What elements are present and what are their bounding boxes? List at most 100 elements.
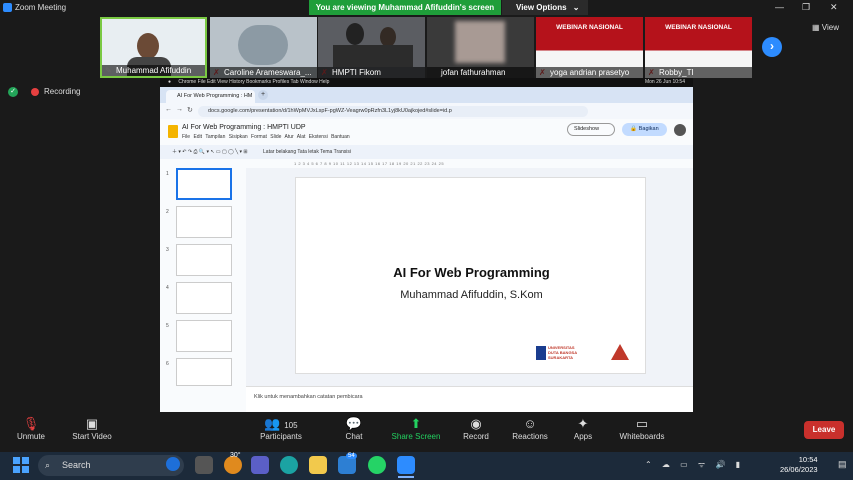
security-shield-icon[interactable]: ✓ bbox=[8, 87, 18, 97]
notes-placeholder: Klik untuk menambahkan catatan pembicara bbox=[254, 394, 363, 400]
mail-badge: 54 bbox=[346, 453, 357, 459]
speaker-notes-field[interactable]: Klik untuk menambahkan catatan pembicara bbox=[246, 386, 693, 412]
slide-thumbnail[interactable] bbox=[176, 282, 232, 314]
participant-tile[interactable]: ✗ Caroline Arameswara_... bbox=[210, 17, 317, 78]
address-input[interactable]: docs.google.com/presentation/d/1hWpMVJxL… bbox=[198, 106, 588, 117]
toolbar-icons[interactable]: ＋ ▾ ↶ ↷ ⎙ 🔍 ▾ ↖ ▭ ▢ ◯ ╲ ▾ ⊞ bbox=[172, 149, 248, 155]
mac-menu-bar: ● Chrome File Edit View History Bookmark… bbox=[160, 78, 693, 87]
weather-temp: 30° bbox=[230, 452, 241, 459]
ruler: 1 2 3 4 5 6 7 8 9 10 11 12 13 14 15 16 1… bbox=[246, 159, 693, 168]
browser-tab-bar: AI For Web Programming : HM + bbox=[160, 87, 693, 103]
teams-icon[interactable] bbox=[251, 456, 269, 474]
record-button[interactable]: ◉ Record bbox=[460, 416, 492, 441]
clock-time: 10:54 bbox=[798, 455, 818, 464]
participant-tile[interactable]: jofan fathurahman bbox=[427, 17, 534, 78]
participant-video bbox=[346, 23, 364, 45]
system-tray-icons[interactable]: ⌃ ☁ ▭ ᯤ 🔊 ▮ bbox=[645, 459, 740, 470]
participant-tile[interactable]: WEBINAR NASIONAL ✗ Robby_TI bbox=[645, 17, 752, 78]
leave-button[interactable]: Leave bbox=[804, 421, 844, 439]
avatar[interactable] bbox=[674, 124, 686, 136]
forward-icon[interactable]: → bbox=[176, 106, 183, 113]
url-text: docs.google.com/presentation/d/1hWpMVJxL… bbox=[208, 108, 452, 114]
participant-name: jofan fathurahman bbox=[427, 67, 534, 78]
reactions-button[interactable]: ☺ Reactions bbox=[510, 416, 550, 441]
next-page-button[interactable]: › bbox=[762, 37, 782, 57]
reload-icon[interactable]: ↻ bbox=[187, 106, 193, 114]
participant-tile[interactable]: WEBINAR NASIONAL ✗ yoga andrian prasetyo bbox=[536, 17, 643, 78]
whiteboards-button[interactable]: ▭ Whiteboards bbox=[616, 416, 668, 441]
notification-icon[interactable]: ▤ bbox=[838, 459, 847, 470]
browser-tab[interactable]: AI For Web Programming : HM bbox=[166, 90, 255, 103]
slide-title: AI For Web Programming bbox=[393, 265, 550, 280]
slide-number: 1 bbox=[166, 171, 169, 177]
view-options-button[interactable]: View Options ⌄ bbox=[502, 0, 588, 15]
chat-button[interactable]: 💬 Chat bbox=[340, 416, 368, 441]
apple-icon: ● bbox=[168, 79, 172, 85]
slide-thumbnail[interactable] bbox=[176, 320, 232, 352]
apps-icon: ✦ bbox=[577, 416, 589, 431]
current-slide[interactable]: AI For Web Programming Muhammad Afifuddi… bbox=[295, 177, 646, 374]
participant-name: HMPTI Fikom bbox=[318, 67, 425, 78]
taskbar-clock[interactable]: 10:54 26/06/2023 bbox=[780, 455, 818, 475]
start-video-button[interactable]: ▣ Start Video bbox=[68, 416, 116, 441]
browser-url-bar: ← → ↻ docs.google.com/presentation/d/1hW… bbox=[160, 103, 693, 119]
slides-toolbar: ＋ ▾ ↶ ↷ ⎙ 🔍 ▾ ↖ ▭ ▢ ◯ ╲ ▾ ⊞ Latar belaka… bbox=[160, 145, 693, 159]
webinar-slide-text: WEBINAR NASIONAL bbox=[556, 24, 623, 31]
participant-tile[interactable]: ✎ Muhammad Afifuddin bbox=[100, 17, 207, 78]
unmute-button[interactable]: 🎙 Unmute bbox=[10, 416, 52, 441]
minimize-icon[interactable]: — bbox=[775, 2, 784, 12]
file-explorer-icon[interactable] bbox=[309, 456, 327, 474]
chat-icon: 💬 bbox=[345, 416, 363, 431]
shared-screen: ● Chrome File Edit View History Bookmark… bbox=[160, 78, 693, 412]
slide-thumbnail[interactable] bbox=[176, 244, 232, 276]
participants-label: Participants bbox=[260, 432, 302, 441]
chat-label: Chat bbox=[345, 432, 363, 441]
share-label: Bagikan bbox=[638, 126, 659, 132]
close-icon[interactable]: ✕ bbox=[830, 2, 838, 13]
chevron-down-icon: ⌄ bbox=[572, 3, 580, 12]
share-button[interactable]: 🔒 Bagikan bbox=[622, 123, 667, 136]
slides-menu-bar[interactable]: File Edit Tampilan Sisipkan Format Slide… bbox=[182, 134, 350, 140]
participant-video bbox=[333, 45, 413, 67]
new-tab-button[interactable]: + bbox=[258, 90, 268, 100]
record-icon: ◉ bbox=[470, 416, 482, 431]
whatsapp-icon[interactable] bbox=[368, 456, 386, 474]
slide-thumbnail[interactable] bbox=[176, 206, 232, 238]
document-title[interactable]: AI For Web Programming : HMPTI UDP bbox=[182, 124, 306, 131]
windows-start-icon[interactable] bbox=[13, 457, 29, 473]
zoom-taskbar-icon[interactable] bbox=[397, 456, 415, 474]
start-video-label: Start Video bbox=[72, 432, 112, 441]
participant-image bbox=[455, 21, 505, 63]
edge-icon[interactable] bbox=[280, 456, 298, 474]
recording-dot-icon bbox=[31, 88, 39, 96]
slide-number: 5 bbox=[166, 323, 169, 329]
share-screen-button[interactable]: ⬆ Share Screen bbox=[390, 416, 442, 441]
participants-count: 105 bbox=[284, 421, 298, 430]
taskbar-search[interactable]: Search bbox=[38, 455, 184, 476]
bing-icon[interactable] bbox=[166, 457, 180, 471]
slides-header: AI For Web Programming : HMPTI UDP File … bbox=[160, 119, 693, 145]
recording-status[interactable]: Recording bbox=[44, 87, 80, 96]
apps-button[interactable]: ✦ Apps bbox=[570, 416, 596, 441]
slide-thumbnail[interactable] bbox=[176, 358, 232, 386]
slideshow-button[interactable]: Slideshow bbox=[567, 123, 615, 136]
view-button[interactable]: ▦ View bbox=[812, 23, 839, 32]
task-view-icon[interactable] bbox=[195, 456, 213, 474]
participants-icon: 👥 105 bbox=[264, 416, 298, 431]
slide-thumbnail[interactable] bbox=[176, 168, 232, 200]
slideshow-label: Slideshow bbox=[574, 126, 600, 132]
participant-tile[interactable]: ✗ HMPTI Fikom bbox=[318, 17, 425, 78]
maximize-icon[interactable]: ❐ bbox=[802, 2, 810, 13]
participants-button[interactable]: 👥 105 Participants bbox=[256, 416, 306, 441]
slide-filmstrip: 1 2 3 4 5 6 bbox=[160, 159, 246, 386]
reactions-icon: ☺ bbox=[523, 416, 537, 431]
participant-name: Caroline Arameswara_... bbox=[210, 67, 317, 78]
tab-title: AI For Web Programming : HM bbox=[177, 93, 253, 99]
back-icon[interactable]: ← bbox=[165, 106, 172, 113]
toolbar-text-items[interactable]: Latar belakang Tata letak Tema Transisi bbox=[263, 149, 351, 155]
slides-logo-icon bbox=[168, 125, 178, 138]
lock-icon: 🔒 bbox=[630, 126, 639, 132]
participant-name: Robby_TI bbox=[645, 67, 752, 78]
window-title: Zoom Meeting bbox=[15, 3, 67, 12]
share-screen-icon: ⬆ bbox=[410, 416, 422, 431]
